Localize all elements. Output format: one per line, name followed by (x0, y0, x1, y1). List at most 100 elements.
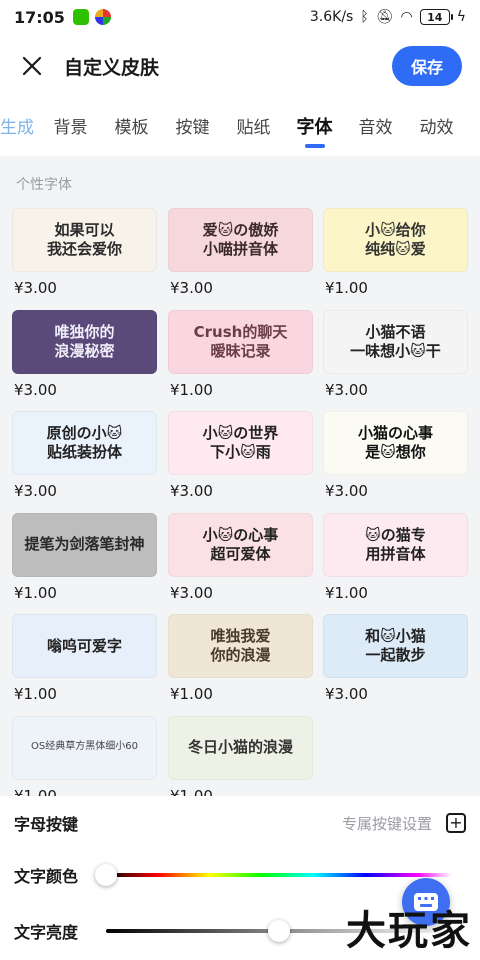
font-price: ¥1.00 (325, 583, 368, 602)
font-preview-text: 和🐱小猫 一起散步 (365, 627, 426, 664)
font-price: ¥3.00 (14, 380, 57, 399)
font-preview-text: OS经典草方黑体细小60 (31, 741, 138, 753)
font-price: ¥1.00 (170, 786, 213, 797)
tab-3[interactable]: 按键 (162, 106, 223, 150)
letter-keys-label: 字母按键 (14, 815, 79, 834)
font-preview-text: 小猫の心事 是🐱想你 (357, 424, 433, 461)
save-button[interactable]: 保存 (392, 46, 462, 86)
font-preview[interactable]: 小🐱给你 纯纯🐱爱 (323, 208, 468, 272)
font-preview[interactable]: 如果可以 我还会爱你 (12, 208, 157, 272)
font-preview[interactable]: 爱🐱の傲娇 小喵拼音体 (168, 208, 313, 272)
font-preview[interactable]: Crush的聊天 暧昧记录 (168, 309, 313, 374)
close-button[interactable] (18, 52, 46, 80)
font-preview-text: 提笔为剑落笔封神 (24, 535, 145, 554)
font-price: ¥1.00 (14, 583, 57, 602)
battery-icon: 14 (419, 9, 453, 25)
font-list-area[interactable]: 个性字体 如果可以 我还会爱你 ¥3.00 爱🐱の傲娇 小喵拼音体 ¥3.00 小🐱给你… (0, 156, 480, 796)
add-icon[interactable]: + (446, 813, 466, 833)
section-title: 个性字体 (16, 177, 72, 193)
font-preview[interactable]: 提笔为剑落笔封神 (12, 512, 157, 577)
font-price: ¥1.00 (170, 685, 213, 703)
font-preview[interactable]: OS经典草方黑体细小60 (12, 715, 157, 780)
tab-bar: 生成 背景 模板 按键 贴纸 字体 音效 动效 (0, 104, 480, 152)
font-price: ¥3.00 (14, 482, 57, 500)
bluetooth-icon: ᛒ (360, 9, 369, 25)
font-preview[interactable]: 嗡呜可爱字 (12, 614, 157, 678)
font-price: ¥1.00 (14, 786, 57, 797)
watermark-logo: 大玩家 (346, 907, 472, 954)
font-item[interactable]: 原创の小🐱 贴纸装扮体 ¥3.00 (12, 411, 157, 509)
font-item[interactable]: 冬日小猫的浪漫 ¥1.00 (168, 715, 313, 797)
font-preview[interactable]: 原创の小🐱 贴纸装扮体 (12, 411, 157, 475)
font-preview[interactable]: 小猫不语 一味想小🐱干 (323, 309, 468, 374)
status-time: 17:05 (14, 7, 65, 27)
page-title: 自定义皮肤 (64, 56, 160, 79)
tab-2[interactable]: 模板 (101, 106, 162, 150)
font-price: ¥3.00 (170, 279, 213, 297)
font-item[interactable]: 提笔为剑落笔封神 ¥1.00 (12, 512, 157, 611)
font-item[interactable]: 小🐱の心事 超可爱体 ¥3.00 (168, 512, 313, 611)
text-brightness-slider-thumb[interactable] (268, 920, 290, 942)
font-preview-text: 🐱の猫专 用拼音体 (365, 525, 426, 563)
font-item[interactable]: 小猫不语 一味想小🐱干 ¥3.00 (323, 309, 468, 408)
font-preview[interactable]: 唯独你的 浪漫秘密 (12, 309, 157, 374)
font-item[interactable]: 小🐱の世界 下小🐱雨 ¥3.00 (168, 411, 313, 509)
bottom-panel: 字母按键 专属按键设置 + 文字颜色 文字亮度 大玩家 (0, 796, 480, 960)
font-preview[interactable]: 🐱の猫专 用拼音体 (323, 512, 468, 577)
close-icon (22, 56, 42, 76)
wechat-icon (72, 9, 89, 25)
battery-level: 14 (427, 10, 443, 24)
tab-7[interactable]: 动效 (406, 106, 467, 150)
net-speed: 3.6K/s (309, 9, 354, 25)
font-item[interactable]: 爱🐱の傲娇 小喵拼音体 ¥3.00 (168, 208, 313, 306)
font-item[interactable]: 小🐱给你 纯纯🐱爱 ¥1.00 (323, 208, 468, 306)
font-item[interactable]: 🐱の猫专 用拼音体 ¥1.00 (323, 512, 468, 611)
font-preview-text: 爱🐱の傲娇 小喵拼音体 (202, 221, 279, 258)
font-preview-text: 冬日小猫的浪漫 (187, 738, 293, 757)
font-item[interactable]: Crush的聊天 暧昧记录 ¥1.00 (168, 309, 313, 408)
tab-5[interactable]: 字体 (284, 106, 345, 150)
font-item[interactable]: 如果可以 我还会爱你 ¥3.00 (12, 208, 157, 306)
font-preview-text: 小猫不语 一味想小🐱干 (350, 322, 441, 360)
status-indicators: 3.6K/s ᛒ 🔕︎ ◠ 14 ϟ (310, 9, 466, 25)
font-item[interactable]: OS经典草方黑体细小60 ¥1.00 (12, 715, 157, 797)
font-price: ¥1.00 (325, 279, 368, 297)
font-item[interactable]: 唯独我爱 你的浪漫 ¥1.00 (168, 614, 313, 712)
tab-6[interactable]: 音效 (345, 106, 406, 150)
tab-4[interactable]: 贴纸 (223, 106, 284, 150)
font-preview[interactable]: 唯独我爱 你的浪漫 (168, 614, 313, 678)
font-preview-text: 小🐱给你 纯纯🐱爱 (365, 221, 426, 258)
font-price: ¥3.00 (170, 583, 213, 602)
font-preview[interactable]: 小🐱の世界 下小🐱雨 (168, 411, 313, 475)
mute-icon: 🔕︎ (375, 9, 394, 25)
font-item[interactable]: 和🐱小猫 一起散步 ¥3.00 (323, 614, 468, 712)
font-preview-text: 原创の小🐱 贴纸装扮体 (46, 424, 123, 461)
font-preview[interactable]: 冬日小猫的浪漫 (168, 715, 313, 780)
text-color-slider[interactable] (95, 864, 452, 886)
dedicated-keys-setting[interactable]: 专属按键设置 (342, 813, 432, 834)
font-item[interactable]: 唯独你的 浪漫秘密 ¥3.00 (12, 309, 157, 408)
font-preview-text: 唯独你的 浪漫秘密 (54, 322, 115, 360)
font-preview-text: 唯独我爱 你的浪漫 (210, 627, 271, 664)
text-color-slider-thumb[interactable] (95, 864, 117, 886)
tab-0[interactable]: 生成 (0, 106, 40, 150)
font-preview-text: 嗡呜可爱字 (46, 636, 122, 655)
font-item[interactable]: 嗡呜可爱字 ¥1.00 (12, 614, 157, 712)
font-item[interactable]: 小猫の心事 是🐱想你 ¥3.00 (323, 411, 468, 509)
font-preview[interactable]: 小🐱の心事 超可爱体 (168, 512, 313, 577)
text-brightness-label: 文字亮度 (14, 923, 79, 942)
font-price: ¥3.00 (325, 685, 368, 703)
font-preview[interactable]: 和🐱小猫 一起散步 (323, 614, 468, 678)
letter-keys-row: 字母按键 专属按键设置 + (14, 808, 466, 838)
header: 自定义皮肤 保存 (0, 40, 480, 92)
text-color-row: 文字颜色 (14, 860, 466, 890)
font-preview-text: 小🐱の世界 下小🐱雨 (202, 424, 279, 461)
text-color-label: 文字颜色 (14, 867, 79, 886)
wifi-icon: ◠ (400, 9, 413, 25)
font-price: ¥1.00 (14, 685, 57, 703)
font-preview[interactable]: 小猫の心事 是🐱想你 (323, 411, 468, 475)
app-notification-icon (94, 9, 111, 25)
tab-1[interactable]: 背景 (40, 106, 101, 150)
font-price: ¥3.00 (325, 380, 368, 399)
font-preview-text: Crush的聊天 暧昧记录 (193, 322, 288, 360)
